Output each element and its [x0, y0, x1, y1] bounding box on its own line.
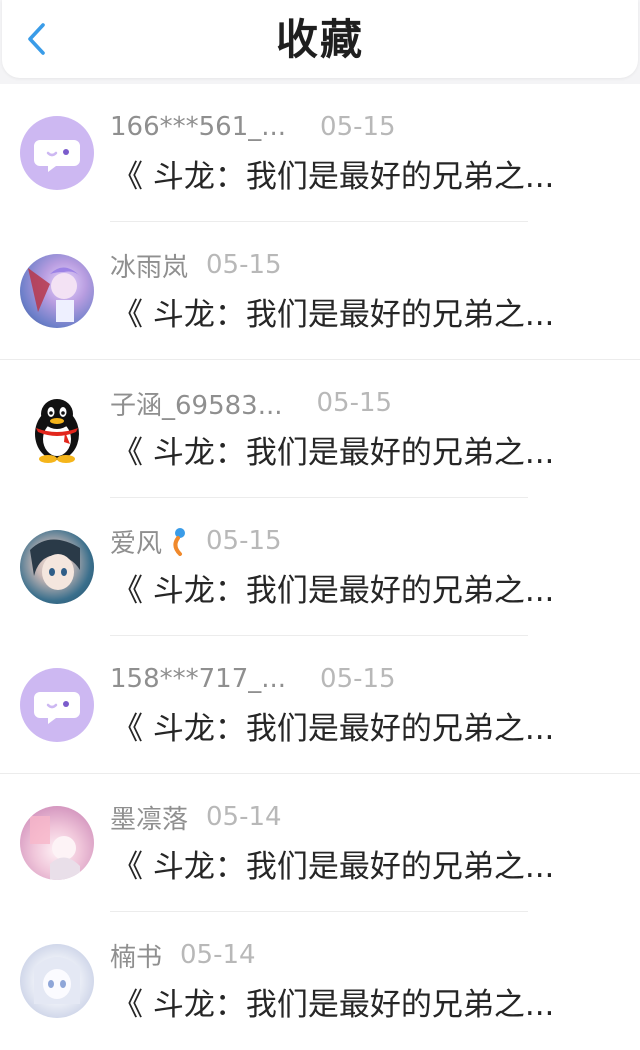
date: 05-15: [320, 112, 396, 142]
item-meta: 166***561_... 05-15: [110, 110, 396, 144]
list-item[interactable]: 子涵_69583... 05-15 《 斗龙：我们是最好的兄弟之...: [0, 360, 640, 498]
list-item[interactable]: 158***717_... 05-15 《 斗龙：我们是最好的兄弟之...: [0, 636, 640, 774]
nickname[interactable]: 爱风: [110, 523, 162, 560]
penguin-icon: [35, 399, 79, 463]
list-item[interactable]: 冰雨岚 05-15 《 斗龙：我们是最好的兄弟之...: [0, 222, 640, 360]
list-item[interactable]: 166***561_... 05-15 《 斗龙：我们是最好的兄弟之...: [0, 84, 640, 222]
item-content[interactable]: 《 斗龙：我们是最好的兄弟之...: [112, 571, 592, 611]
date: 05-15: [320, 664, 396, 694]
badge-icon: [173, 528, 186, 556]
avatar[interactable]: [20, 668, 94, 742]
page-title: 收藏: [275, 15, 364, 64]
nickname[interactable]: 冰雨岚: [110, 247, 188, 284]
nickname[interactable]: 墨凛落: [110, 799, 188, 836]
item-content[interactable]: 《 斗龙：我们是最好的兄弟之...: [112, 847, 592, 887]
avatar[interactable]: [20, 116, 94, 190]
list-item[interactable]: 楠书 05-14 《 斗龙：我们是最好的兄弟之...: [0, 912, 640, 1050]
top-bar: 收藏: [2, 0, 638, 78]
favorites-list: 166***561_... 05-15 《 斗龙：我们是最好的兄弟之... 冰雨…: [0, 84, 640, 1050]
anime-avatar-icon: [30, 816, 80, 880]
anime-avatar-icon: [34, 957, 80, 1004]
item-meta: 子涵_69583... 05-15: [110, 385, 393, 422]
item-meta: 爱风 05-15: [110, 523, 282, 560]
date: 05-15: [206, 250, 282, 280]
anime-avatar-icon: [30, 539, 80, 590]
item-content[interactable]: 《 斗龙：我们是最好的兄弟之...: [112, 985, 592, 1025]
list-item[interactable]: 墨凛落 05-14 《 斗龙：我们是最好的兄弟之...: [0, 774, 640, 912]
avatar[interactable]: [20, 944, 94, 1018]
date: 05-14: [206, 802, 282, 832]
item-content[interactable]: 《 斗龙：我们是最好的兄弟之...: [112, 709, 592, 749]
avatar[interactable]: [20, 806, 94, 880]
nickname[interactable]: 166***561_...: [110, 112, 286, 142]
nickname[interactable]: 楠书: [110, 937, 162, 974]
chat-bubble-icon: [34, 692, 80, 724]
item-content[interactable]: 《 斗龙：我们是最好的兄弟之...: [112, 295, 592, 335]
list-item[interactable]: 爱风 05-15 《 斗龙：我们是最好的兄弟之...: [0, 498, 640, 636]
anime-avatar-icon: [28, 267, 80, 322]
date: 05-15: [316, 388, 393, 418]
date: 05-14: [180, 940, 256, 970]
avatar[interactable]: [20, 392, 94, 466]
item-content[interactable]: 《 斗龙：我们是最好的兄弟之...: [112, 157, 592, 197]
item-meta: 楠书 05-14: [110, 937, 256, 974]
item-meta: 冰雨岚 05-15: [110, 247, 282, 284]
item-meta: 墨凛落 05-14: [110, 799, 282, 836]
nickname[interactable]: 子涵_69583...: [110, 385, 283, 422]
avatar[interactable]: [20, 254, 94, 328]
chat-bubble-icon: [34, 140, 80, 172]
item-meta: 158***717_... 05-15: [110, 662, 396, 696]
date: 05-15: [206, 526, 282, 556]
item-content[interactable]: 《 斗龙：我们是最好的兄弟之...: [112, 433, 592, 473]
nickname[interactable]: 158***717_...: [110, 664, 286, 694]
avatar[interactable]: [20, 530, 94, 604]
